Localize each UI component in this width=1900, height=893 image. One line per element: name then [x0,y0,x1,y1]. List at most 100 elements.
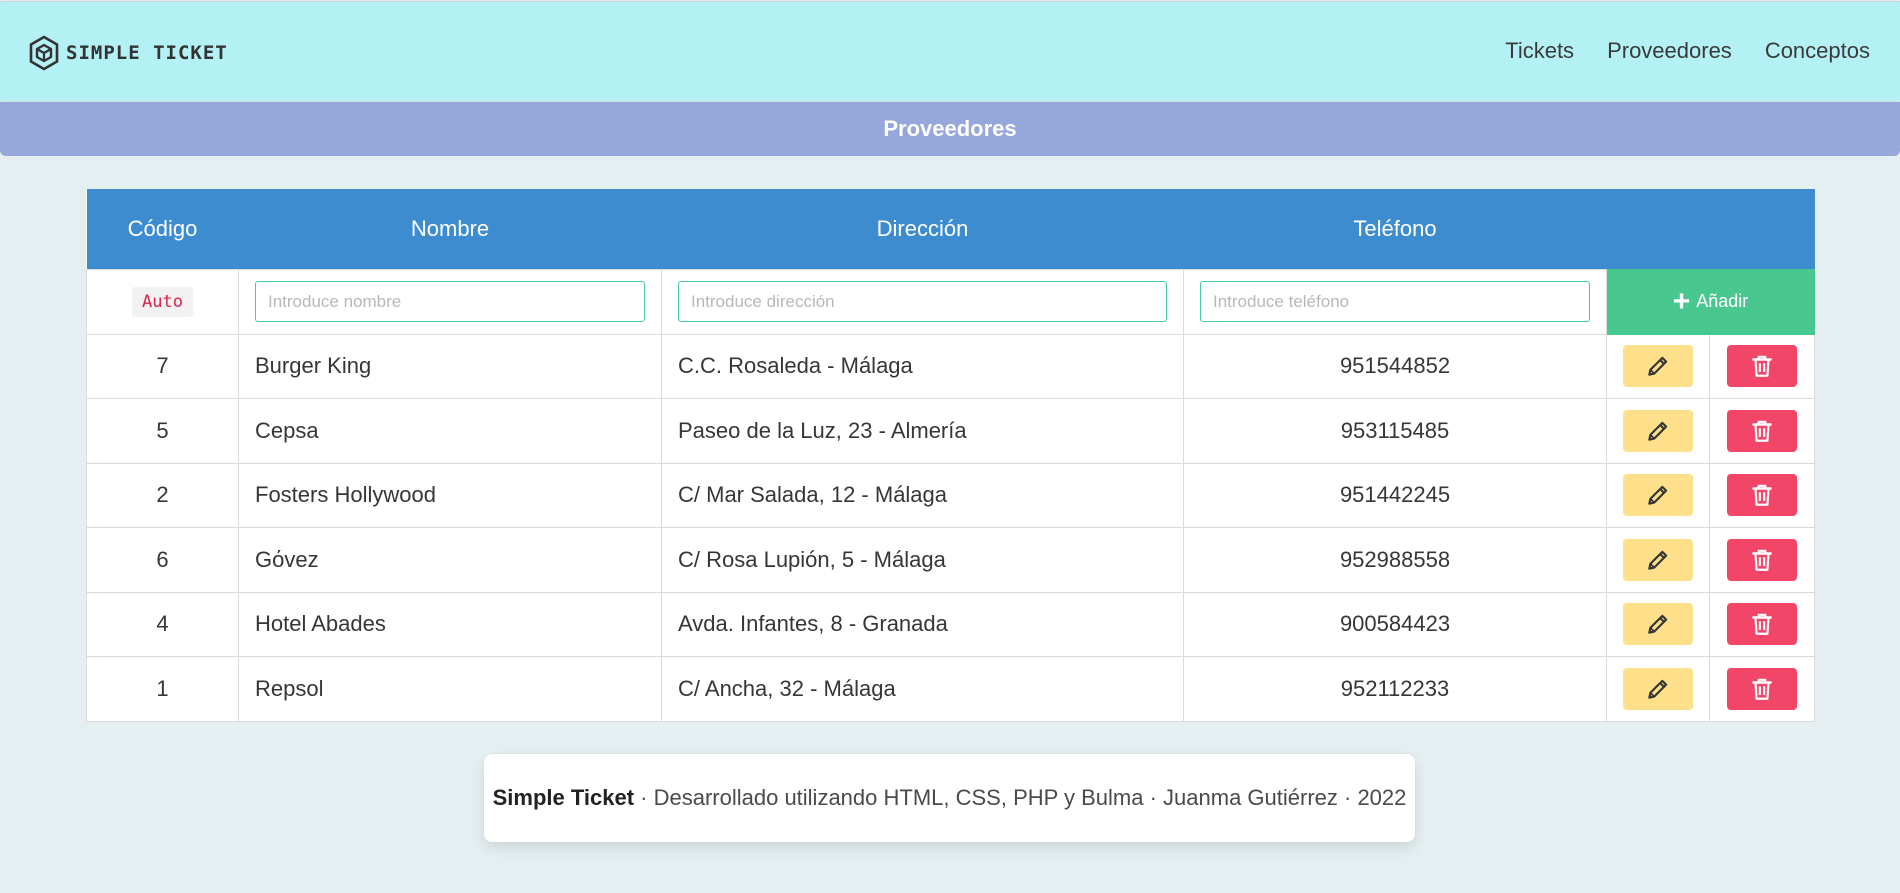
hexagon-cube-icon [29,35,59,71]
cell-name: Cepsa [238,398,662,464]
table-header-row: Código Nombre Dirección Teléfono [86,189,1815,269]
delete-button[interactable] [1727,603,1797,646]
edit-button[interactable] [1623,603,1693,646]
table-row: 6 Gόvez C/ Rosa Lupión, 5 - Málaga 95298… [86,527,1815,593]
delete-cell [1709,333,1815,399]
delete-cell [1709,398,1815,464]
cell-name: Repsol [238,656,662,722]
nav-links: Tickets Proveedores Conceptos [1505,38,1870,64]
pencil-icon [1648,486,1668,505]
page-title: Proveedores [883,116,1017,141]
column-header-actions [1607,189,1815,269]
cell-code: 2 [86,462,239,528]
cell-name: Fosters Hollywood [238,462,662,528]
new-address-cell [661,268,1184,335]
cell-address: Avda. Infantes, 8 - Granada [661,591,1184,657]
trash-icon [1752,420,1772,442]
edit-cell [1606,656,1710,722]
pencil-icon [1648,357,1668,376]
section-bar: Proveedores [0,102,1900,156]
delete-button[interactable] [1727,409,1797,452]
delete-cell [1709,591,1815,657]
column-header-code: Código [127,215,198,241]
cell-address: C/ Rosa Lupión, 5 - Málaga [661,527,1184,593]
cell-code: 6 [86,527,239,593]
edit-cell [1606,398,1710,464]
footer-brand: Simple Ticket [492,785,635,810]
cell-phone: 952988558 [1183,527,1607,593]
edit-button[interactable] [1623,474,1693,517]
table-row: 4 Hotel Abades Avda. Infantes, 8 - Grana… [86,591,1815,657]
table-row: 5 Cepsa Paseo de la Luz, 23 - Almería 95… [86,398,1815,464]
suppliers-table-wrapper: Código Nombre Dirección Teléfono Auto In… [86,189,1815,722]
cell-code: 4 [86,591,239,657]
pencil-icon [1648,679,1668,699]
edit-button[interactable] [1623,345,1693,388]
table-row: 2 Fosters Hollywood C/ Mar Salada, 12 - … [86,462,1815,528]
edit-cell [1606,462,1710,528]
cell-address: Paseo de la Luz, 23 - Almería [661,398,1184,464]
cell-code: 1 [86,656,239,722]
name-input[interactable] [255,281,645,322]
add-button-label: Añadir [1696,291,1749,311]
cell-name: Burger King [238,333,662,399]
auto-code-tag: Auto [132,286,193,317]
navbar: SIMPLE TICKET Tickets Proveedores Concep… [0,1,1900,101]
delete-button[interactable] [1727,667,1797,710]
delete-button[interactable] [1727,538,1797,581]
trash-icon [1752,484,1772,507]
brand-name: SIMPLE TICKET [66,42,228,64]
table-row: 7 Burger King C.C. Rosaleda - Málaga 951… [86,333,1815,399]
trash-icon [1752,355,1772,378]
column-header-name: Nombre [410,215,490,241]
footer: Simple Ticket · Desarrollado utilizando … [484,754,1415,842]
cell-phone: 952112233 [1183,656,1607,722]
cell-address: C/ Mar Salada, 12 - Málaga [661,462,1184,528]
delete-cell [1709,462,1815,528]
edit-cell [1606,527,1710,593]
add-supplier-button[interactable]: + Añadir [1607,269,1814,334]
new-phone-cell [1183,268,1607,335]
phone-input[interactable] [1200,281,1590,322]
nav-link-conceptos[interactable]: Conceptos [1765,38,1870,64]
edit-cell [1606,591,1710,657]
pencil-icon [1648,615,1668,634]
cell-phone: 951544852 [1183,333,1607,399]
footer-text: · Desarrollado utilizando HTML, CSS, PHP… [634,785,1407,810]
cell-name: Hotel Abades [238,591,662,657]
trash-icon [1752,613,1772,636]
nav-link-tickets[interactable]: Tickets [1505,38,1574,64]
trash-icon [1752,549,1772,571]
pencil-icon [1648,550,1668,570]
new-name-cell [238,268,662,335]
delete-cell [1709,527,1815,593]
new-supplier-row: Auto + Añadir [86,268,1815,335]
delete-button[interactable] [1727,474,1797,517]
edit-button[interactable] [1623,409,1693,452]
table-row: 1 Repsol C/ Ancha, 32 - Málaga 952112233 [86,656,1815,722]
edit-button[interactable] [1623,667,1693,710]
cell-address: C.C. Rosaleda - Málaga [661,333,1184,399]
cell-code: 5 [86,398,239,464]
cell-code: 7 [86,333,239,399]
cell-phone: 900584423 [1183,591,1607,657]
pencil-icon [1648,421,1668,441]
delete-button[interactable] [1727,345,1797,388]
add-cell: + Añadir [1606,268,1815,335]
delete-cell [1709,656,1815,722]
cell-name: Gόvez [238,527,662,593]
cell-phone: 953115485 [1183,398,1607,464]
suppliers-table: Código Nombre Dirección Teléfono Auto In… [86,189,1815,722]
nav-link-proveedores[interactable]: Proveedores [1607,38,1732,64]
edit-cell [1606,333,1710,399]
column-header-phone: Teléfono [1353,215,1437,241]
cell-phone: 951442245 [1183,462,1607,528]
trash-icon [1752,678,1772,700]
plus-icon: + [1672,284,1691,318]
brand[interactable]: SIMPLE TICKET [28,34,228,72]
column-header-address: Dirección [876,215,969,241]
cell-address: C/ Ancha, 32 - Málaga [661,656,1184,722]
edit-button[interactable] [1623,538,1693,581]
address-input[interactable] [678,281,1167,322]
new-code-cell: Auto [86,268,239,335]
